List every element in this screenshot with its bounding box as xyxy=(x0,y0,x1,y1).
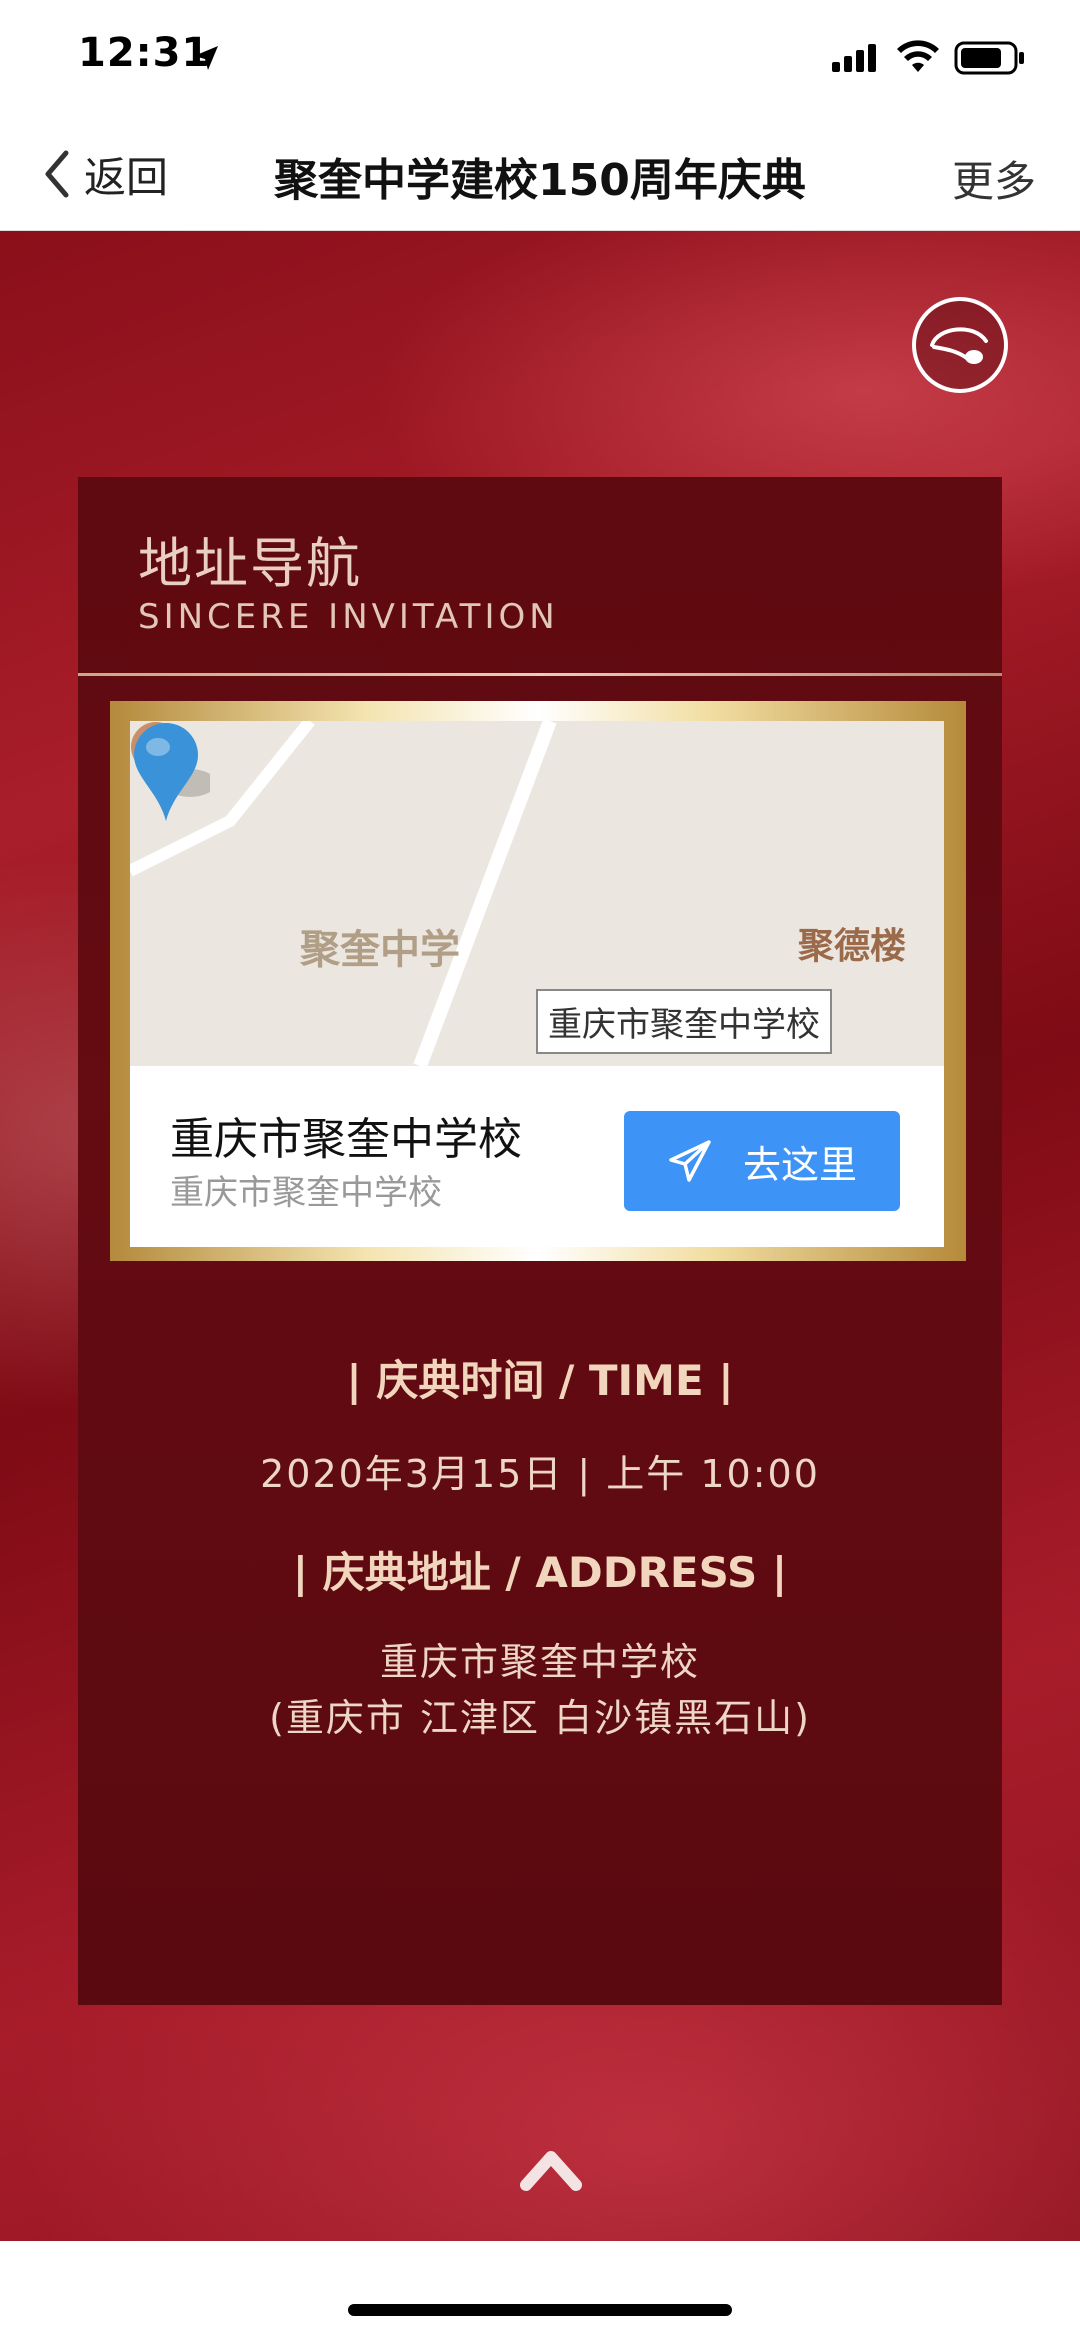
map-widget: 聚奎中学 聚德楼 重庆市聚奎中学校 重庆市聚奎中学校 重庆市聚奎中学校 去这里 xyxy=(130,721,944,1247)
time-heading: | 庆典时间 / TIME | xyxy=(346,1356,734,1405)
location-arrow-icon xyxy=(194,46,218,70)
card-subtitle: SINCERE INVITATION xyxy=(138,597,559,637)
music-toggle-button[interactable] xyxy=(912,297,1008,393)
chevron-up-icon[interactable] xyxy=(520,2147,582,2191)
back-label: 返回 xyxy=(84,152,169,202)
screen: 12:31 返回 聚奎中学建校150周年庆典 更多 地址导航 SINCERE I… xyxy=(0,0,1080,2337)
map-school-label: 聚奎中学 xyxy=(300,927,460,973)
paper-plane-icon xyxy=(669,1140,711,1182)
card-title: 地址导航 xyxy=(138,532,362,595)
map-frame: 聚奎中学 聚德楼 重庆市聚奎中学校 重庆市聚奎中学校 重庆市聚奎中学校 去这里 xyxy=(110,701,966,1261)
map-poi-label: 聚德楼 xyxy=(798,926,907,967)
map-view[interactable]: 聚奎中学 聚德楼 重庆市聚奎中学校 xyxy=(130,721,944,1066)
cellular-signal-icon xyxy=(832,44,876,72)
invitation-page: 地址导航 SINCERE INVITATION 聚奎中学 聚德楼 重庆市聚奎中学… xyxy=(0,231,1080,2241)
navigate-go-button[interactable]: 去这里 xyxy=(624,1111,900,1211)
home-indicator[interactable] xyxy=(348,2304,732,2316)
navigate-go-label: 去这里 xyxy=(742,1142,857,1187)
wifi-icon xyxy=(897,40,939,72)
divider xyxy=(78,673,1002,676)
back-button[interactable]: 返回 xyxy=(40,142,168,206)
home-area xyxy=(0,2241,1080,2337)
battery-icon xyxy=(954,41,1024,75)
address-line2: (重庆市 江津区 白沙镇黑石山) xyxy=(269,1696,811,1740)
page-title: 聚奎中学建校150周年庆典 xyxy=(274,155,806,206)
place-name: 重庆市聚奎中学校 xyxy=(170,1114,522,1165)
address-line1: 重庆市聚奎中学校 xyxy=(379,1640,700,1684)
map-pin-callout: 重庆市聚奎中学校 xyxy=(536,989,832,1054)
address-card: 地址导航 SINCERE INVITATION 聚奎中学 聚德楼 重庆市聚奎中学… xyxy=(78,477,1002,2005)
address-heading: | 庆典地址 / ADDRESS | xyxy=(292,1548,788,1597)
chevron-left-icon xyxy=(45,150,69,198)
place-address: 重庆市聚奎中学校 xyxy=(170,1173,442,1213)
nav-bar: 返回 聚奎中学建校150周年庆典 更多 xyxy=(0,118,1080,231)
more-button[interactable]: 更多 xyxy=(952,148,1036,209)
map-pin-icon xyxy=(134,723,210,821)
status-bar: 12:31 xyxy=(0,0,1080,118)
time-value: 2020年3月15日 | 上午 10:00 xyxy=(260,1452,820,1496)
music-disc-icon xyxy=(930,327,988,364)
